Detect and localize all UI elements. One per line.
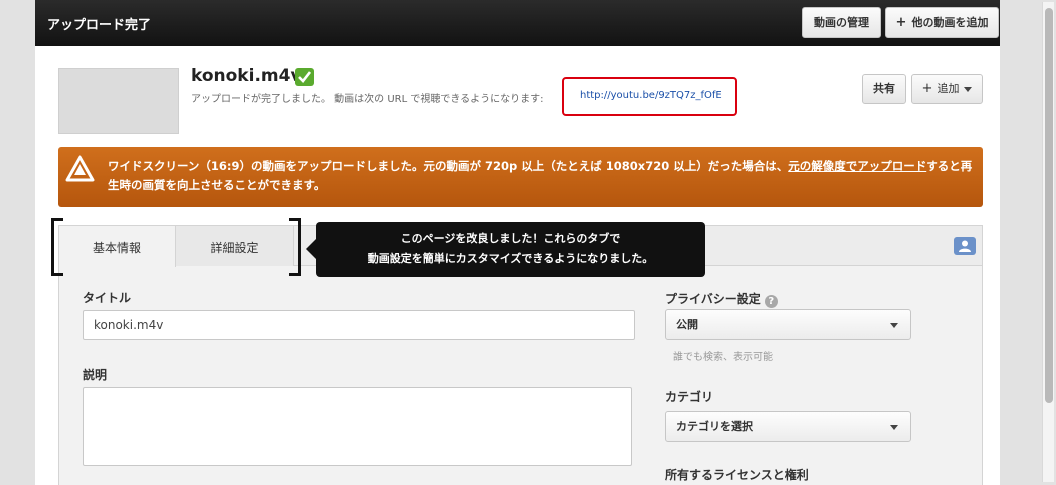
video-url-link[interactable]: http://youtu.be/9zTQ7z_fOfE xyxy=(580,90,722,101)
tooltip-line-2: 動画設定を簡単にカスタマイズできるようになりました。 xyxy=(367,252,654,265)
chevron-down-icon xyxy=(964,86,973,92)
add-other-video-button[interactable]: + 他の動画を追加 xyxy=(885,7,999,38)
tooltip-arrow xyxy=(306,239,316,259)
header-bar: アップロード完了 動画の管理 + 他の動画を追加 xyxy=(35,0,1000,46)
plus-icon: + xyxy=(895,15,907,30)
chevron-down-icon xyxy=(890,425,898,430)
video-thumbnail xyxy=(58,68,179,134)
description-label: 説明 xyxy=(83,368,108,382)
license-label: 所有するライセンスと権利 xyxy=(665,468,809,482)
tabs-tooltip: このページを改良しました！これらのタブで 動画設定を簡単にカスタマイズできるよう… xyxy=(306,222,705,277)
original-resolution-link[interactable]: 元の解像度でアップロード xyxy=(788,159,926,173)
share-button[interactable]: 共有 xyxy=(862,74,906,104)
description-textarea[interactable] xyxy=(83,387,632,466)
add-other-video-label: 他の動画を追加 xyxy=(911,16,989,29)
warning-text-before: ワイドスクリーン（16:9）の動画をアップロードしました。元の動画が 720p … xyxy=(108,159,789,173)
privacy-label-text: プライバシー設定 xyxy=(665,292,761,306)
person-icon[interactable] xyxy=(954,237,976,255)
category-selected-value: カテゴリを選択 xyxy=(676,420,753,433)
right-gutter xyxy=(1000,0,1056,485)
page-title: アップロード完了 xyxy=(47,18,152,33)
tabs-highlight-bracket-right xyxy=(289,218,301,276)
scrollbar-thumb[interactable] xyxy=(1045,8,1053,403)
check-icon xyxy=(295,68,314,86)
scrollbar[interactable] xyxy=(1042,2,1054,482)
add-to-label: 追加 xyxy=(937,82,960,95)
privacy-label: プライバシー設定? xyxy=(665,290,778,308)
category-label: カテゴリ xyxy=(665,390,714,404)
video-filename: konoki.m4v xyxy=(191,66,302,86)
plus-icon: + xyxy=(921,81,933,96)
widescreen-warning: ワイドスクリーン（16:9）の動画をアップロードしました。元の動画が 720p … xyxy=(58,147,983,207)
tab-advanced-settings[interactable]: 詳細設定 xyxy=(176,226,294,266)
privacy-hint: 誰でも検索、表示可能 xyxy=(673,352,773,363)
manage-videos-button[interactable]: 動画の管理 xyxy=(802,7,881,38)
warning-message: ワイドスクリーン（16:9）の動画をアップロードしました。元の動画が 720p … xyxy=(108,157,973,195)
warning-icon xyxy=(65,155,95,186)
chevron-down-icon xyxy=(890,323,898,328)
tabs-highlight-bracket-left xyxy=(51,218,63,276)
upload-page: アップロード完了 動画の管理 + 他の動画を追加 konoki.m4v アップロー… xyxy=(35,0,1000,485)
title-input[interactable] xyxy=(83,310,635,340)
title-label: タイトル xyxy=(83,291,132,305)
upload-complete-notice: アップロードが完了しました。 動画は次の URL で視聴できるようになります: xyxy=(191,94,544,105)
privacy-select[interactable]: 公開 xyxy=(665,309,911,340)
privacy-selected-value: 公開 xyxy=(676,318,698,331)
add-to-button[interactable]: + 追加 xyxy=(911,74,983,104)
category-select[interactable]: カテゴリを選択 xyxy=(665,411,911,442)
tab-basic-info[interactable]: 基本情報 xyxy=(59,226,176,267)
help-icon[interactable]: ? xyxy=(764,295,778,308)
tooltip-line-1: このページを改良しました！これらのタブで xyxy=(400,232,621,245)
left-gutter xyxy=(0,0,35,485)
